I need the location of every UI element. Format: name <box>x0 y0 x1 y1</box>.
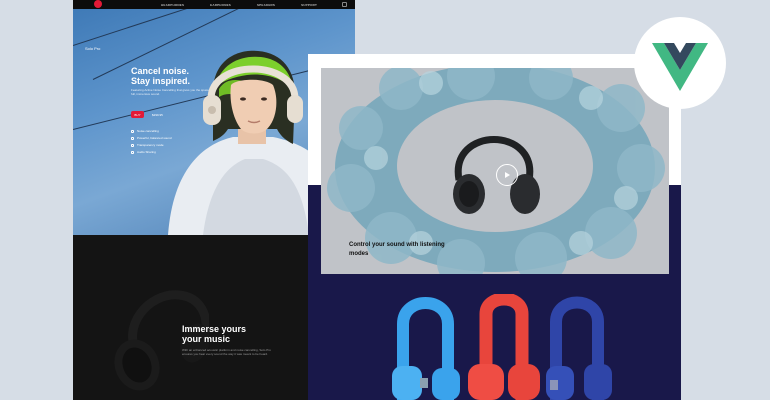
section-title: Immerse yours your music <box>182 324 247 344</box>
nav-link-speakers[interactable]: SPEAKERS <box>257 3 275 7</box>
section-body: With an enhanced acoustic platform and n… <box>182 348 271 356</box>
product-page-front: Control your sound with listening modes <box>308 54 681 400</box>
video-panel[interactable]: Control your sound with listening modes <box>321 68 669 274</box>
nav-link-headphones[interactable]: HEADPHONES <box>161 3 184 7</box>
model-name: Solo Pro <box>85 46 101 51</box>
feature-icon <box>131 136 134 140</box>
feature-icon <box>131 143 134 147</box>
feature-icon <box>131 129 134 133</box>
cart-icon[interactable] <box>342 2 347 7</box>
nav-link-support[interactable]: SUPPORT <box>301 3 317 7</box>
price: $299.95 <box>152 113 163 117</box>
vue-logo-icon <box>652 43 708 91</box>
buy-button[interactable]: BUY <box>131 111 144 118</box>
video-caption: Control your sound with listening modes <box>349 242 445 257</box>
vue-logo-badge <box>634 17 726 109</box>
top-nav: HEADPHONES EARPHONES SPEAKERS SUPPORT <box>73 0 355 9</box>
colored-headphones-image <box>392 294 612 400</box>
nav-link-earphones[interactable]: EARPHONES <box>210 3 231 7</box>
play-button-icon[interactable] <box>496 164 518 186</box>
beats-logo-icon[interactable] <box>94 0 102 8</box>
feature-icon <box>131 150 134 154</box>
